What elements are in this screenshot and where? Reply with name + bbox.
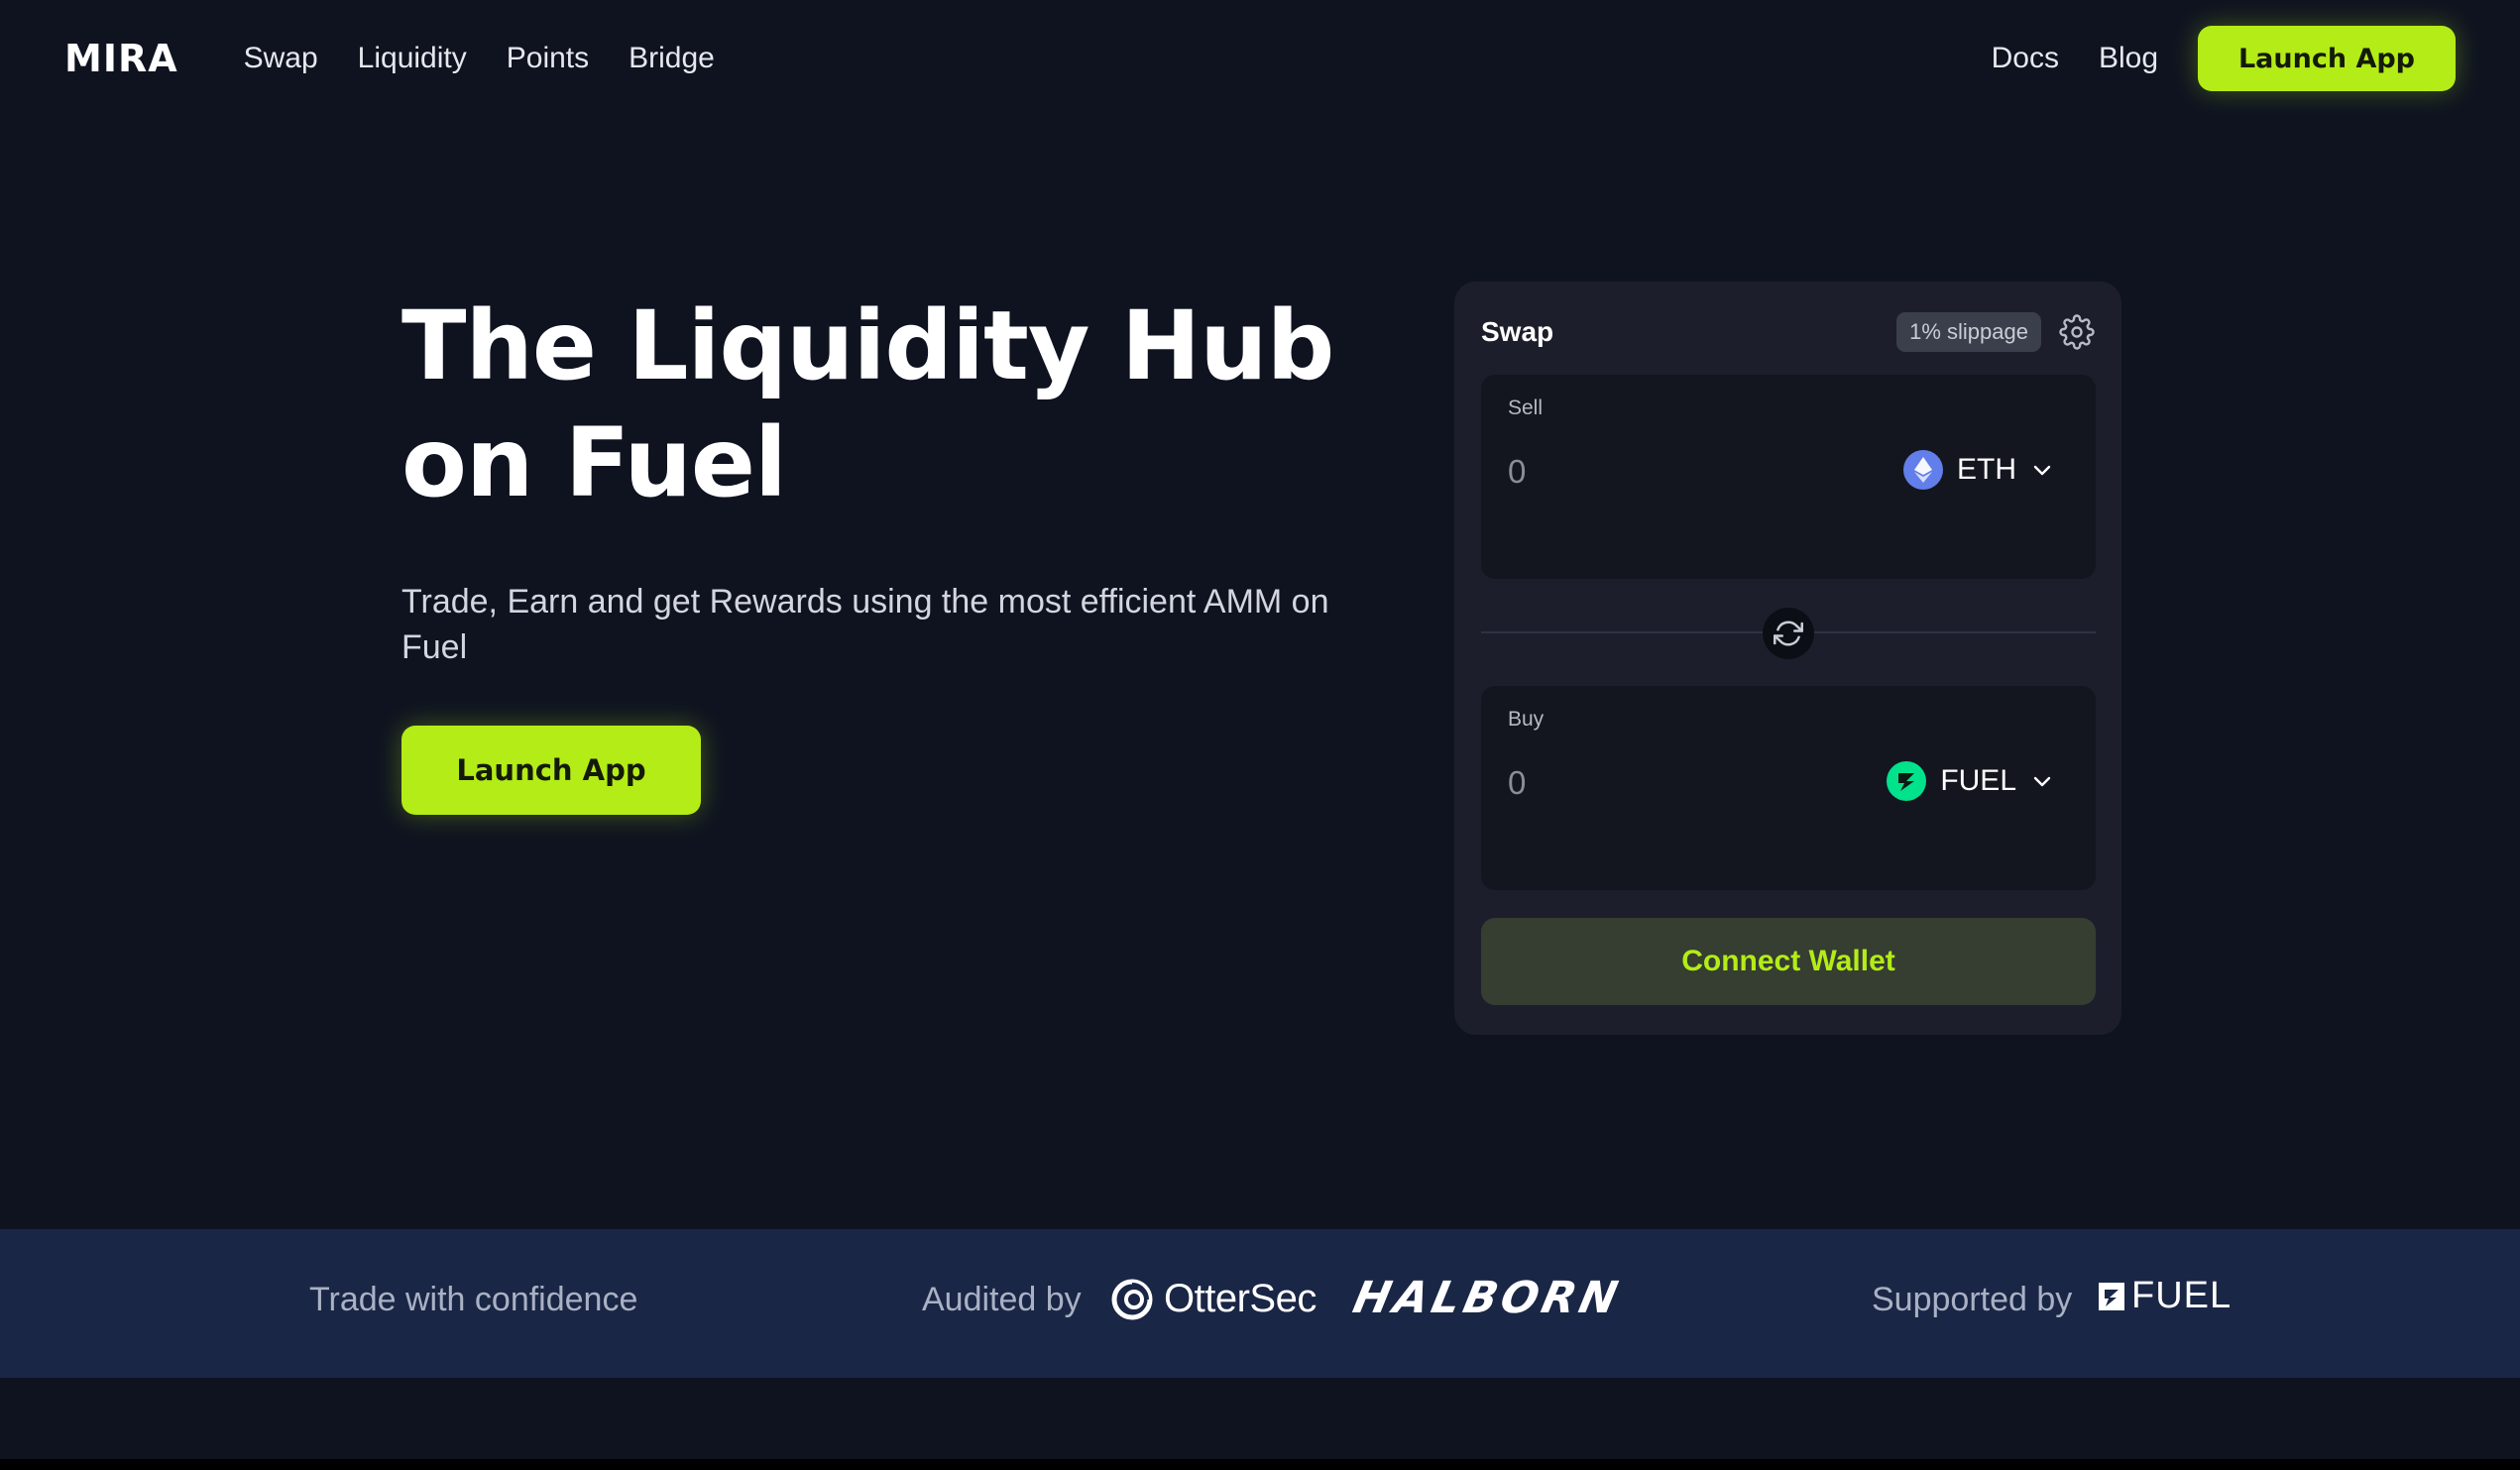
bottom-edge (0, 1459, 2520, 1470)
trust-bar: Trade with confidence Audited by OtterSe… (0, 1229, 2520, 1378)
ottersec-icon (1111, 1279, 1153, 1319)
eth-icon (1903, 450, 1943, 490)
hero-subtitle: Trade, Earn and get Rewards using the mo… (401, 583, 1329, 666)
buy-token-name: FUEL (1940, 764, 2016, 797)
launch-app-button-hero[interactable]: Launch App (401, 726, 701, 815)
fuel-wordmark: FUEL (2131, 1275, 2233, 1316)
ottersec-name: OtterSec (1164, 1277, 1317, 1320)
sell-token-selector[interactable]: ETH (1903, 450, 2054, 490)
sell-token-name: ETH (1957, 453, 2016, 486)
sell-amount-input[interactable] (1508, 444, 1805, 500)
chevron-down-icon (2033, 465, 2051, 476)
nav-points[interactable]: Points (507, 42, 589, 75)
buy-token-selector[interactable]: FUEL (1887, 761, 2054, 801)
ottersec-logo: OtterSec (1110, 1277, 1317, 1321)
settings-gear-icon[interactable] (2059, 314, 2095, 350)
hero-title-line-1: The Liquidity Hub (401, 290, 1334, 401)
buy-label: Buy (1508, 708, 1545, 731)
trust-tagline: Trade with confidence (309, 1281, 638, 1318)
audited-by-label: Audited by (922, 1281, 1082, 1318)
top-nav: MIRA Swap Liquidity Points Bridge Docs B… (0, 0, 2520, 117)
hero-section: The Liquidity Hub on Fuel Trade, Earn an… (401, 287, 1353, 815)
fuel-icon (1887, 761, 1927, 801)
buy-amount-input[interactable] (1508, 755, 1805, 811)
connect-wallet-button[interactable]: Connect Wallet (1481, 918, 2096, 1005)
nav-bridge[interactable]: Bridge (629, 42, 715, 75)
nav-docs[interactable]: Docs (1992, 42, 2059, 75)
swap-direction-button[interactable] (1763, 608, 1814, 659)
fuel-mark-icon (2099, 1282, 2124, 1310)
sell-panel: Sell ETH (1481, 375, 2096, 579)
nav-blog[interactable]: Blog (2099, 42, 2158, 75)
chevron-down-icon (2033, 776, 2051, 787)
hero-title-line-2: on Fuel (401, 407, 787, 518)
right-nav: Docs Blog Launch App (1992, 26, 2456, 91)
main-nav: Swap Liquidity Points Bridge (244, 42, 715, 75)
nav-swap[interactable]: Swap (244, 42, 318, 75)
swap-title: Swap (1481, 316, 1554, 347)
swap-header: Swap 1% slippage (1481, 309, 2095, 355)
nav-liquidity[interactable]: Liquidity (358, 42, 467, 75)
mira-logo[interactable]: MIRA (64, 37, 178, 80)
supported-by-label: Supported by (1872, 1281, 2073, 1318)
swap-widget: Swap 1% slippage Sell ETH (1454, 282, 2121, 1035)
hero-title: The Liquidity Hub on Fuel (401, 287, 1353, 521)
halborn-logo: HALBORN (1348, 1273, 1626, 1323)
fuel-logo: FUEL (2098, 1275, 2232, 1317)
slippage-badge[interactable]: 1% slippage (1896, 312, 2041, 352)
buy-panel: Buy FUEL (1481, 686, 2096, 890)
refresh-arrows-icon (1774, 621, 1803, 646)
launch-app-button-header[interactable]: Launch App (2198, 26, 2456, 91)
sell-label: Sell (1508, 396, 1544, 419)
